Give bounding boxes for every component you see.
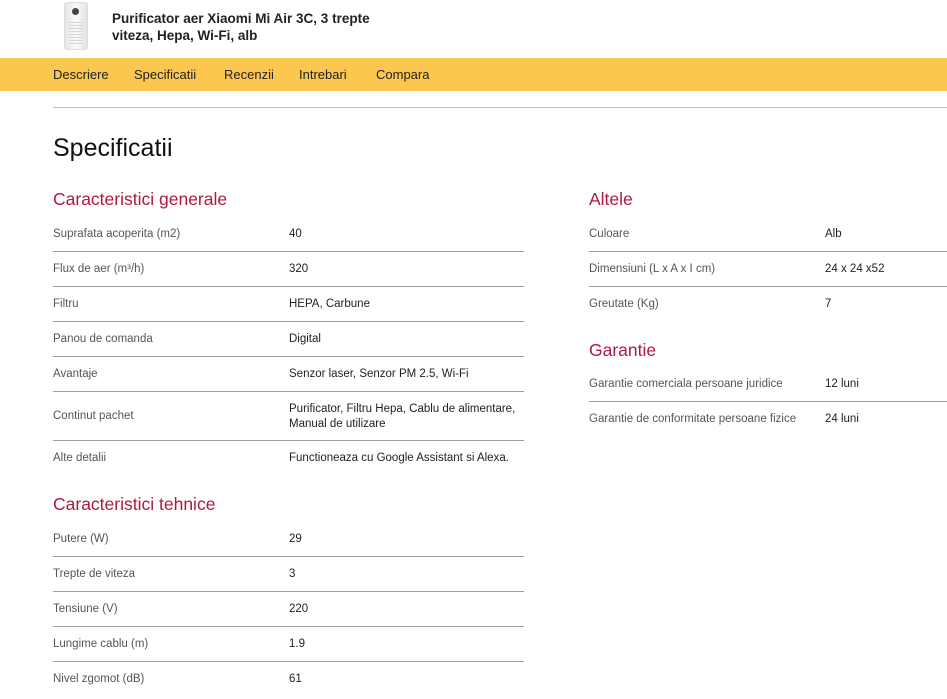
spec-value: 40 (289, 228, 302, 240)
spec-row: Panou de comanda Digital (53, 322, 524, 357)
spec-value: 29 (289, 533, 302, 545)
spec-value: 320 (289, 263, 309, 275)
page-title: Specificatii (53, 134, 173, 162)
spec-row: Lungime cablu (m) 1.9 (53, 627, 524, 662)
spec-label: Alte detalii (53, 452, 107, 464)
spec-value: HEPA, Carbune (289, 298, 370, 310)
spec-row: Nivel zgomot (dB) 61 (53, 662, 524, 697)
spec-row: Alte detalii Functioneaza cu Google Assi… (53, 441, 524, 476)
nav-tab-descriere[interactable]: Descriere (53, 67, 109, 82)
spec-label: Garantie comerciala persoane juridice (589, 378, 783, 390)
purifier-display (72, 8, 79, 15)
air-purifier-image[interactable] (64, 2, 88, 50)
spec-value: Functioneaza cu Google Assistant si Alex… (289, 452, 509, 464)
spec-label: Tensiune (V) (53, 603, 118, 615)
spec-value: 7 (825, 298, 832, 310)
nav-tab-intrebari[interactable]: Intrebari (299, 67, 347, 82)
section-nav-bar: Descriere Specificatii Recenzii Intrebar… (0, 58, 947, 91)
section-title-other: Altele (589, 189, 633, 209)
product-title: Purificator aer Xiaomi Mi Air 3C, 3 trep… (112, 11, 370, 43)
spec-value: Digital (289, 333, 321, 345)
spec-label: Garantie de conformitate persoane fizice (589, 413, 797, 425)
spec-row: Putere (W) 29 (53, 522, 524, 557)
nav-tab-compara[interactable]: Compara (376, 67, 429, 82)
section-title-general: Caracteristici generale (53, 189, 228, 209)
spec-label: Filtru (53, 298, 79, 310)
spec-label: Suprafata acoperita (m2) (53, 228, 181, 240)
spec-label: Lungime cablu (m) (53, 638, 149, 650)
spec-value: Alb (825, 228, 842, 240)
spec-row: Avantaje Senzor laser, Senzor PM 2.5, Wi… (53, 357, 524, 392)
nav-tab-specificatii[interactable]: Specificatii (134, 67, 196, 82)
spec-value: Senzor laser, Senzor PM 2.5, Wi-Fi (289, 368, 469, 380)
header-divider (53, 107, 947, 108)
spec-row: Suprafata acoperita (m2) 40 (53, 217, 524, 252)
spec-label: Flux de aer (m³/h) (53, 263, 145, 275)
spec-value: 24 luni (825, 413, 859, 425)
spec-row: Dimensiuni (L x A x I cm) 24 x 24 x52 (589, 252, 947, 287)
spec-row: Culoare Alb (589, 217, 947, 252)
purifier-grill (69, 22, 83, 44)
spec-label: Panou de comanda (53, 333, 153, 345)
spec-row: Trepte de viteza 3 (53, 557, 524, 592)
section-title-warranty: Garantie (589, 340, 657, 360)
spec-label: Nivel zgomot (dB) (53, 673, 145, 685)
spec-row: Tensiune (V) 220 (53, 592, 524, 627)
spec-value: 220 (289, 603, 309, 615)
spec-label: Continut pachet (53, 410, 134, 422)
spec-value: Purificator, Filtru Hepa, Cablu de alime… (289, 403, 516, 430)
spec-label: Dimensiuni (L x A x I cm) (589, 263, 716, 275)
spec-value: 61 (289, 673, 302, 685)
spec-label: Putere (W) (53, 533, 109, 545)
spec-row: Continut pachet Purificator, Filtru Hepa… (53, 392, 524, 441)
spec-value: 12 luni (825, 378, 859, 390)
nav-tab-recenzii[interactable]: Recenzii (224, 67, 274, 82)
spec-value: 3 (289, 568, 296, 580)
spec-row: Flux de aer (m³/h) 320 (53, 252, 524, 287)
spec-label: Culoare (589, 228, 630, 240)
spec-label: Trepte de viteza (53, 568, 136, 580)
spec-row: Filtru HEPA, Carbune (53, 287, 524, 322)
spec-row: Garantie comerciala persoane juridice 12… (589, 367, 947, 402)
spec-label: Greutate (Kg) (589, 298, 659, 310)
spec-value: 1.9 (289, 638, 305, 650)
spec-value: 24 x 24 x52 (825, 263, 885, 275)
product-header: Purificator aer Xiaomi Mi Air 3C, 3 trep… (0, 0, 947, 58)
spec-row: Garantie de conformitate persoane fizice… (589, 402, 947, 437)
section-title-technical: Caracteristici tehnice (53, 494, 216, 514)
spec-label: Avantaje (53, 368, 98, 380)
spec-row: Greutate (Kg) 7 (589, 287, 947, 322)
